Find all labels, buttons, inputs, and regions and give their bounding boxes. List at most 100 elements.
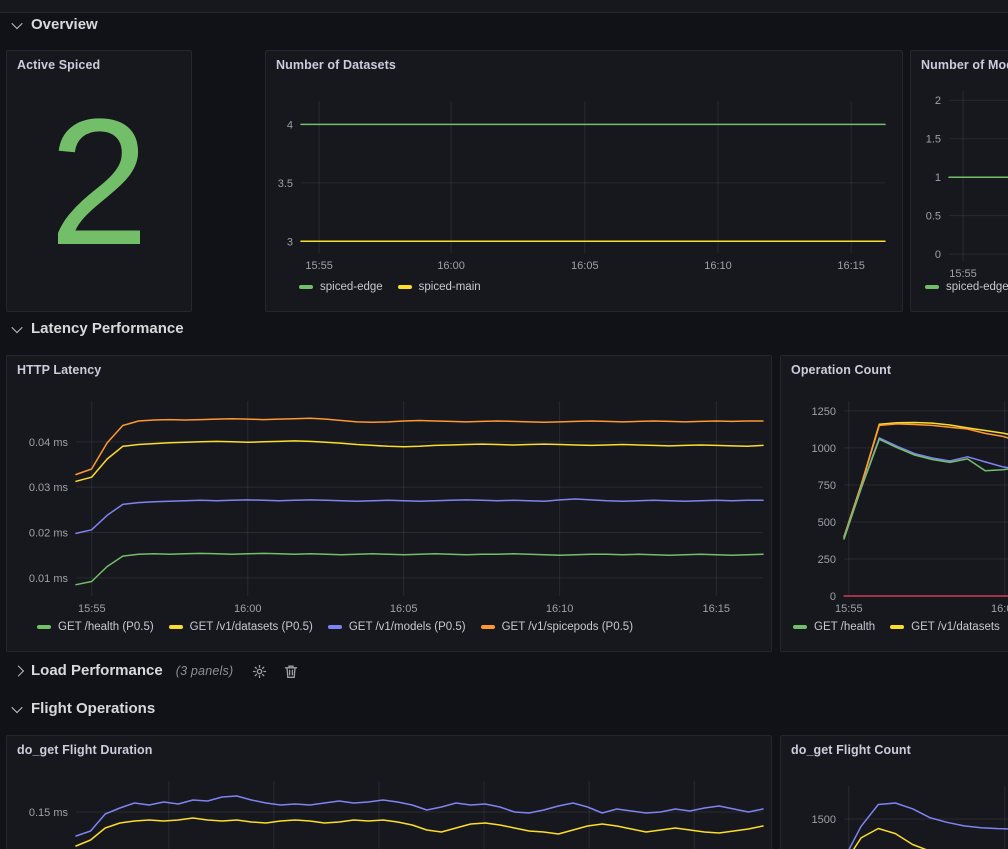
svg-text:1500: 1500 xyxy=(812,814,836,826)
legend-item[interactable]: GET /v1/models (P0.5) xyxy=(328,621,466,633)
chart-canvas: 0.15 ms xyxy=(7,736,769,849)
gear-icon xyxy=(252,664,267,679)
section-title[interactable]: Flight Operations xyxy=(31,699,155,719)
chart-canvas: 3 3.5 4 15:55 16:00 16:05 16:10 16:15 xyxy=(266,51,900,309)
section-flight-operations[interactable]: Flight Operations xyxy=(13,699,155,719)
svg-text:16:15: 16:15 xyxy=(703,603,731,615)
svg-text:15:55: 15:55 xyxy=(305,260,333,272)
svg-text:3: 3 xyxy=(287,236,293,248)
svg-text:0: 0 xyxy=(830,591,836,603)
panel-active-spiced: Active Spiced 2 xyxy=(6,50,192,312)
panel-count-label: (3 panels) xyxy=(176,661,234,681)
legend-item[interactable]: spiced-main xyxy=(398,281,481,293)
legend-label: GET /v1/models (P0.5) xyxy=(349,621,466,633)
panel-do-get-flight-duration: do_get Flight Duration 0.15 ms xyxy=(6,735,772,849)
legend-swatch xyxy=(169,625,183,629)
svg-text:500: 500 xyxy=(818,517,836,529)
legend-label: GET /v1/datasets xyxy=(911,621,1000,633)
models-chart: 00.511.5215:55 xyxy=(911,51,1008,311)
svg-text:16:10: 16:10 xyxy=(704,260,732,272)
svg-text:1000: 1000 xyxy=(812,443,836,455)
legend-swatch xyxy=(793,625,807,629)
svg-text:1.5: 1.5 xyxy=(926,134,941,146)
svg-text:15:55: 15:55 xyxy=(835,603,863,615)
chevron-down-icon[interactable] xyxy=(11,702,22,713)
legend-label: GET /v1/spicepods (P0.5) xyxy=(502,621,633,633)
chart-legend: GET /health (P0.5) GET /v1/datasets (P0.5… xyxy=(37,621,633,633)
chart-legend: spiced-edge spiced-main xyxy=(299,281,481,293)
chart-canvas: 1500 xyxy=(781,736,1008,849)
legend-swatch xyxy=(299,285,313,289)
section-title[interactable]: Load Performance xyxy=(31,661,163,681)
legend-label: spiced-edge xyxy=(946,281,1008,293)
svg-text:0.15 ms: 0.15 ms xyxy=(29,807,69,819)
legend-swatch xyxy=(398,285,412,289)
panel-number-of-models: Number of Models 00.511.5215:55 spiced-e… xyxy=(910,50,1008,312)
svg-text:0.5: 0.5 xyxy=(926,211,941,223)
svg-text:0.02 ms: 0.02 ms xyxy=(29,528,69,540)
legend-label: GET /health (P0.5) xyxy=(58,621,154,633)
chevron-down-icon[interactable] xyxy=(11,322,22,333)
panel-do-get-flight-count: do_get Flight Count 1500 xyxy=(780,735,1008,849)
section-latency-performance[interactable]: Latency Performance xyxy=(13,319,184,339)
panel-number-of-datasets: Number of Datasets 33.5415:5516:0016:051… xyxy=(265,50,903,312)
legend-label: GET /v1/datasets (P0.5) xyxy=(190,621,313,633)
section-load-performance[interactable]: Load Performance (3 panels) xyxy=(13,661,298,681)
svg-text:16:00: 16:00 xyxy=(234,603,262,615)
svg-text:1: 1 xyxy=(935,172,941,184)
chevron-right-icon[interactable] xyxy=(13,665,24,676)
svg-text:750: 750 xyxy=(818,480,836,492)
svg-text:2: 2 xyxy=(935,95,941,107)
legend-label: GET /health xyxy=(814,621,875,633)
legend-item[interactable]: GET /health (P0.5) xyxy=(37,621,154,633)
svg-text:16:00: 16:00 xyxy=(991,603,1008,615)
legend-label: spiced-main xyxy=(419,281,481,293)
legend-swatch xyxy=(925,285,939,289)
settings-button[interactable] xyxy=(252,664,267,679)
panel-operation-count: Operation Count 02505007501000125015:551… xyxy=(780,355,1008,652)
stat-value: 2 xyxy=(7,93,191,273)
svg-text:4: 4 xyxy=(287,119,293,131)
operation-count-chart: 02505007501000125015:5516:0016:0516:10 xyxy=(781,356,1008,651)
chart-legend: GET /health GET /v1/datasets xyxy=(793,621,1000,633)
top-toolbar-edge xyxy=(0,0,1008,13)
svg-text:0.03 ms: 0.03 ms xyxy=(29,482,69,494)
chart-canvas: 02505007501000125015:5516:0016:0516:10 xyxy=(781,356,1008,649)
panel-title[interactable]: Active Spiced xyxy=(17,58,100,72)
chart-canvas: 0.01 ms 0.02 ms 0.03 ms 0.04 ms 15:55 16:00 16… xyxy=(7,356,769,649)
svg-text:0: 0 xyxy=(935,249,941,261)
legend-swatch xyxy=(890,625,904,629)
chart-legend: spiced-edge xyxy=(925,281,1008,293)
svg-text:16:10: 16:10 xyxy=(546,603,574,615)
trash-icon xyxy=(284,664,298,679)
svg-text:16:00: 16:00 xyxy=(437,260,465,272)
legend-item[interactable]: GET /v1/datasets xyxy=(890,621,1000,633)
legend-label: spiced-edge xyxy=(320,281,383,293)
svg-text:0.01 ms: 0.01 ms xyxy=(29,573,69,585)
svg-text:0.04 ms: 0.04 ms xyxy=(29,437,69,449)
legend-item[interactable]: spiced-edge xyxy=(299,281,383,293)
legend-swatch xyxy=(328,625,342,629)
chevron-down-icon[interactable] xyxy=(11,18,22,29)
flight-count-chart: 1500 xyxy=(781,736,1008,849)
svg-text:3.5: 3.5 xyxy=(278,178,293,190)
legend-item[interactable]: GET /v1/datasets (P0.5) xyxy=(169,621,313,633)
section-overview[interactable]: Overview xyxy=(13,15,98,35)
datasets-chart: 3 3.5 4 15:55 16:00 16:05 16:10 16:15 xyxy=(266,51,902,311)
svg-text:15:55: 15:55 xyxy=(78,603,106,615)
dashboard: Overview Active Spiced 2 Number of Datas… xyxy=(0,0,1008,849)
legend-swatch xyxy=(37,625,51,629)
delete-button[interactable] xyxy=(284,664,298,679)
legend-item[interactable]: GET /health xyxy=(793,621,875,633)
svg-text:1250: 1250 xyxy=(812,406,836,418)
section-title[interactable]: Latency Performance xyxy=(31,319,184,339)
section-title[interactable]: Overview xyxy=(31,15,98,35)
svg-text:16:15: 16:15 xyxy=(837,260,865,272)
http-latency-chart: 0.01 ms 0.02 ms 0.03 ms 0.04 ms 15:55 16:00 16… xyxy=(7,356,771,651)
legend-item[interactable]: GET /v1/spicepods (P0.5) xyxy=(481,621,633,633)
legend-item[interactable]: spiced-edge xyxy=(925,281,1008,293)
flight-duration-chart: 0.15 ms xyxy=(7,736,771,849)
chart-canvas: 00.511.5215:55 xyxy=(911,51,1008,309)
svg-text:16:05: 16:05 xyxy=(571,260,599,272)
panel-http-latency: HTTP Latency 0.01 ms0.02 ms0.03 ms0.04 m… xyxy=(6,355,772,652)
